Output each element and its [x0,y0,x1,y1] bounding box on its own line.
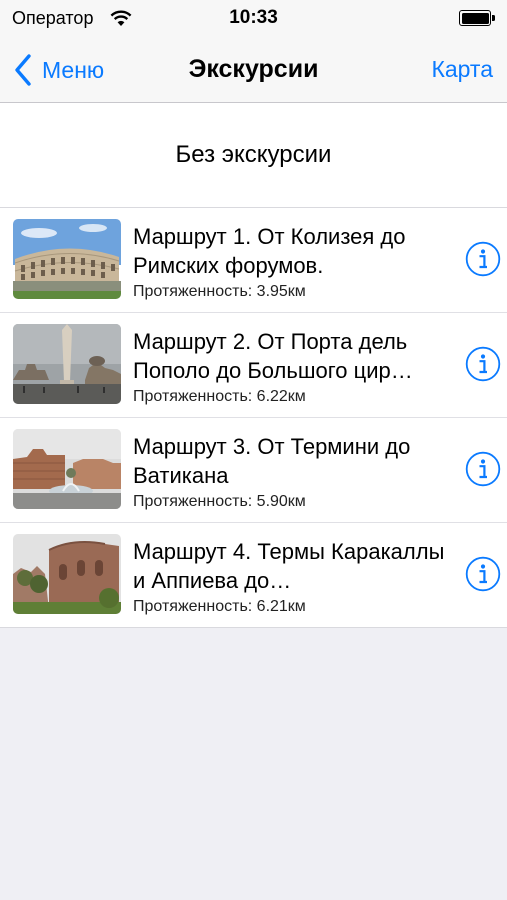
map-button[interactable]: Карта [431,56,493,83]
info-icon[interactable] [465,241,501,277]
route-thumbnail-caracalla [13,534,121,614]
routes-list: Маршрут 1. От Колизея до Римских форумов… [0,208,507,628]
info-icon[interactable] [465,346,501,382]
route-title: Маршрут 1. От Колизея до Римских форумов… [133,224,406,278]
navigation-bar: Меню Экскурсии Карта [0,38,507,103]
route-thumbnail-obelisk [13,324,121,404]
no-excursion-cell[interactable]: Без экскурсии [0,103,507,208]
route-thumbnail-colosseum [13,219,121,299]
route-row[interactable]: Маршрут 3. От Термини до Ватикана Протяж… [0,418,507,523]
no-excursion-label: Без экскурсии [175,141,332,168]
route-row[interactable]: Маршрут 4. Термы Каракаллы и Аппиева до…… [0,523,507,627]
battery-icon [459,10,495,26]
route-title: Маршрут 4. Термы Каракаллы и Аппиева до… [133,539,445,593]
route-length: Протяженность: 6.22км [133,388,306,405]
route-thumbnail-termini [13,429,121,509]
route-length: Протяженность: 3.95км [133,283,306,300]
status-time: 10:33 [229,7,278,28]
info-icon[interactable] [465,451,501,487]
status-bar: Оператор 10:33 [0,0,507,38]
route-row[interactable]: Маршрут 2. От Порта дель Пополо до Больш… [0,313,507,418]
route-title: Маршрут 2. От Порта дель Пополо до Больш… [133,329,413,383]
route-title: Маршрут 3. От Термини до Ватикана [133,434,411,488]
route-row[interactable]: Маршрут 1. От Колизея до Римских форумов… [0,208,507,313]
route-length: Протяженность: 6.21км [133,598,306,615]
route-length: Протяженность: 5.90км [133,493,306,510]
info-icon[interactable] [465,556,501,592]
